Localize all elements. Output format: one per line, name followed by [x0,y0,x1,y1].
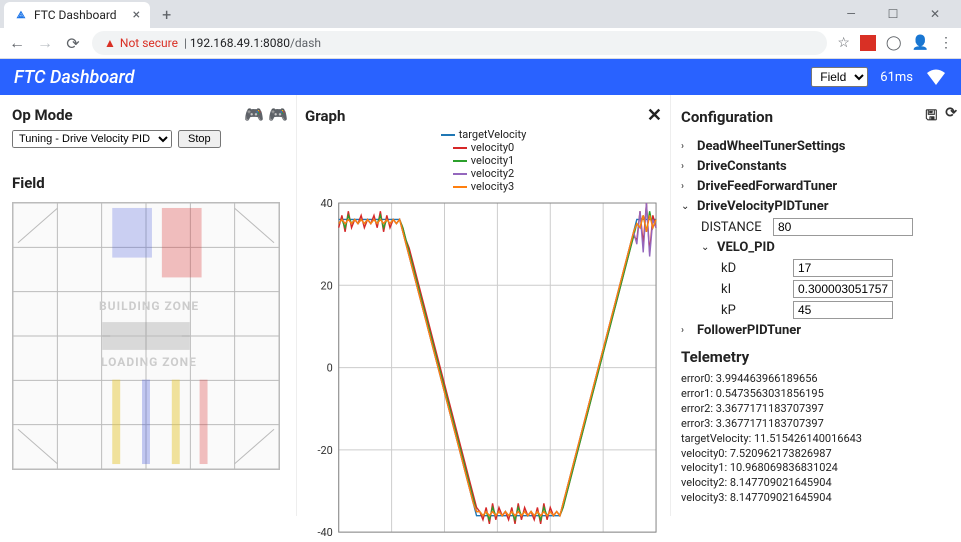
url-box[interactable]: ▲ Not secure | 192.168.49.1:8080/dash [92,31,827,55]
app-title: FTC Dashboard [14,67,135,88]
tab-title: FTC Dashboard [34,8,117,22]
graph-legend: targetVelocityvelocity0velocity1velocity… [305,128,662,193]
security-warning: ▲ Not secure [104,36,178,50]
config-field-input[interactable] [793,280,893,298]
save-icon[interactable]: 🖫 [925,105,937,129]
config-field-input[interactable] [793,259,893,277]
config-title: Configuration [681,108,773,126]
telemetry-line: velocity2: 8.147709021645904 [681,476,957,491]
left-column: Op Mode 🎮 🎮 Tuning - Drive Velocity PID … [0,95,296,516]
graph-close-icon[interactable]: ✕ [647,105,662,126]
telemetry-line: error3: 3.3677171183707397 [681,417,957,432]
gamepad-icon: 🎮 [268,105,288,124]
caret-icon: › [681,325,693,334]
legend-item: velocity1 [453,154,514,167]
opmode-panel-title: Op Mode 🎮 🎮 [12,105,288,124]
svg-text:-20: -20 [317,444,332,457]
extension-icon[interactable] [860,35,876,51]
config-tree[interactable]: ›DeadWheelTunerSettings›DriveConstants›D… [681,135,957,334]
browser-tab[interactable]: ⟁ FTC Dashboard × [4,2,150,28]
opmode-select[interactable]: Tuning - Drive Velocity PID [12,130,172,148]
config-node[interactable]: ›DriveConstants [681,158,951,175]
config-field-label: kP [721,303,793,318]
config-node[interactable]: ⌄VELO_PID [701,239,951,256]
svg-text:20: 20 [320,279,332,292]
tab-close-icon[interactable]: × [133,7,140,23]
telemetry-line: targetVelocity: 11.515426140016643 [681,432,957,447]
config-field-label: DISTANCE [701,220,773,235]
building-zone-label: BUILDING ZONE [99,299,199,313]
profile-icon[interactable]: 👤 [912,35,929,51]
chart-svg: -40 -20 0 20 40 [305,197,662,538]
svg-text:40: 40 [320,197,332,210]
legend-item: velocity2 [453,167,514,180]
config-field-label: kD [721,261,793,276]
close-window-button[interactable]: ✕ [921,7,949,21]
address-bar: ← → ⟳ ▲ Not secure | 192.168.49.1:8080/d… [0,28,961,58]
config-node[interactable]: ⌄DriveVelocityPIDTuner [681,198,951,215]
caret-icon: › [681,161,693,172]
star-icon[interactable]: ☆ [837,35,850,51]
refresh-icon[interactable]: ⟳ [945,105,957,129]
telemetry-line: velocity3: 8.147709021645904 [681,491,957,506]
stop-button[interactable]: Stop [178,130,221,148]
telemetry-list: error0: 3.994463966189656error1: 0.54735… [681,372,957,506]
url-text: | 192.168.49.1:8080/dash [184,36,321,50]
telemetry-line: velocity0: 7.520962173826987 [681,447,957,462]
ping-label: 61ms [880,70,913,85]
config-node[interactable]: ›FollowerPIDTuner [681,322,951,334]
field-grid [13,203,279,469]
config-field-input[interactable] [793,301,893,319]
graph-title: Graph [305,107,345,125]
caret-icon: › [681,141,693,152]
menu-icon[interactable]: ⋮ [939,35,953,51]
field-panel-title: Field [12,174,288,192]
graph-column: Graph ✕ targetVelocityvelocity0velocity1… [296,95,671,516]
legend-item: velocity3 [453,180,514,193]
telemetry-line: error2: 3.3677171183707397 [681,402,957,417]
browser-toolbar-icons: ☆ ◯ 👤 ⋮ [837,35,953,51]
main-content: Op Mode 🎮 🎮 Tuning - Drive Velocity PID … [0,95,961,516]
telemetry-title: Telemetry [681,348,749,366]
chart-area: -40 -20 0 20 40 [305,197,662,538]
telemetry-line: velocity1: 10.968069836831024 [681,461,957,476]
new-tab-button[interactable]: + [156,5,177,24]
reload-button[interactable]: ⟳ [64,34,82,53]
browser-chrome: ⟁ FTC Dashboard × + — ☐ ✕ ← → ⟳ ▲ Not se… [0,0,961,59]
view-select[interactable]: Field [811,67,868,87]
window-controls: — ☐ ✕ [837,7,957,21]
svg-text:0: 0 [327,362,333,375]
tab-favicon: ⟁ [14,8,28,22]
config-field-input[interactable] [773,218,913,236]
tab-strip: ⟁ FTC Dashboard × + — ☐ ✕ [0,0,961,28]
caret-icon: › [681,181,693,192]
warning-icon: ▲ [104,36,116,50]
wifi-icon [925,68,947,86]
legend-item: targetVelocity [441,128,527,141]
minimize-button[interactable]: — [837,7,865,21]
app-header: FTC Dashboard Field 61ms [0,59,961,95]
right-column: Configuration 🖫 ⟳ ›DeadWheelTunerSetting… [671,95,961,516]
svg-text:-40: -40 [317,526,332,538]
back-button[interactable]: ← [8,33,26,53]
telemetry-line: error0: 3.994463966189656 [681,372,957,387]
config-node[interactable]: ›DriveFeedForwardTuner [681,178,951,195]
legend-item: velocity0 [453,141,514,154]
telemetry-line: error1: 0.5473563031856195 [681,387,957,402]
pocket-icon[interactable]: ◯ [886,35,902,51]
config-node[interactable]: ›DeadWheelTunerSettings [681,138,951,155]
caret-icon: ⌄ [701,242,713,253]
field-canvas: BUILDING ZONE LOADING ZONE [12,202,280,470]
maximize-button[interactable]: ☐ [879,7,907,21]
caret-icon: ⌄ [681,201,693,212]
config-field-label: kI [721,282,793,297]
gamepad-icon: 🎮 [244,105,264,124]
forward-button[interactable]: → [36,33,54,53]
loading-zone-label: LOADING ZONE [101,355,197,369]
